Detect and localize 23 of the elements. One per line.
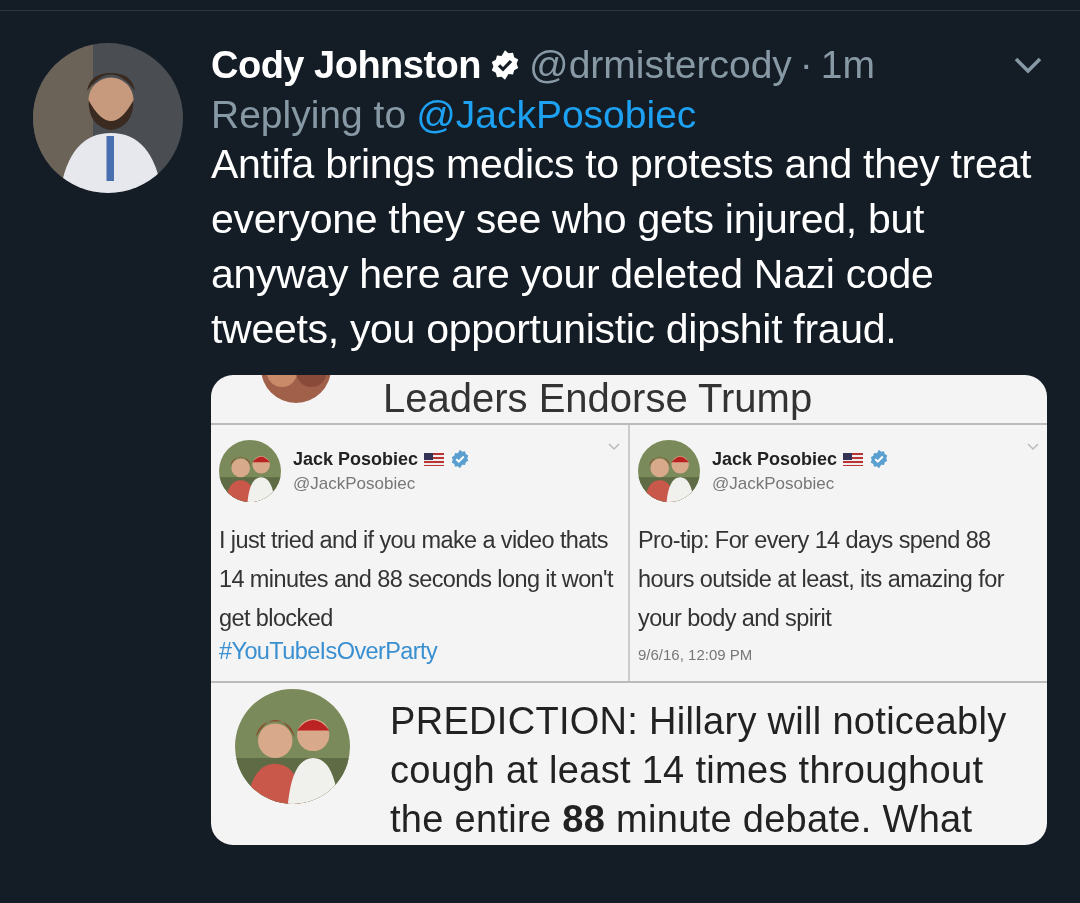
- author-handle: @JackPosobiec: [712, 473, 836, 494]
- author-name: Jack Posobiec: [293, 448, 419, 470]
- chevron-down-icon: [608, 443, 620, 451]
- embedded-image[interactable]: [211, 375, 1047, 845]
- separator: ·: [799, 43, 813, 87]
- flag-icon: [843, 452, 864, 466]
- flag-icon: [424, 452, 445, 466]
- tweet-text: PREDICTION: Hillary will noticeably cough at least 14 times throughout the entire 88 minute debate. What: [390, 699, 1008, 842]
- author-handle: @JackPosobiec: [293, 473, 417, 494]
- author-handle[interactable]: @drmistercody: [529, 43, 792, 87]
- headline: Leaders Endorse Trump: [383, 377, 813, 419]
- tweet-time: 1m: [820, 43, 876, 87]
- author-name: Jack Posobiec: [712, 448, 838, 470]
- tweet-text: Pro-tip: For every 14 days spend 88 hours outside at least, its amazing for your body and spirit: [638, 526, 1006, 633]
- chevron-down-icon: [1027, 443, 1039, 451]
- tweet-text: I just tried and if you make a video thats 14 minutes and 88 seconds long it won't get blocked: [219, 526, 615, 633]
- tweet-text: Antifa brings medics to protests and they treat everyone they see who gets injured, but anyway here are your deleted Nazi code tweets, you opportunistic dipshit fraud.: [211, 140, 1032, 354]
- replying-to-label: Replying to: [211, 93, 407, 137]
- chevron-down-icon[interactable]: [1013, 56, 1043, 74]
- author-name[interactable]: Cody Johnston: [211, 43, 482, 87]
- hashtag-link: #YouTubeIsOverParty: [219, 638, 439, 665]
- mention-link[interactable]: @JackPosobiec: [416, 93, 697, 137]
- tweet-timestamp: 9/6/16, 12:09 PM: [638, 646, 754, 663]
